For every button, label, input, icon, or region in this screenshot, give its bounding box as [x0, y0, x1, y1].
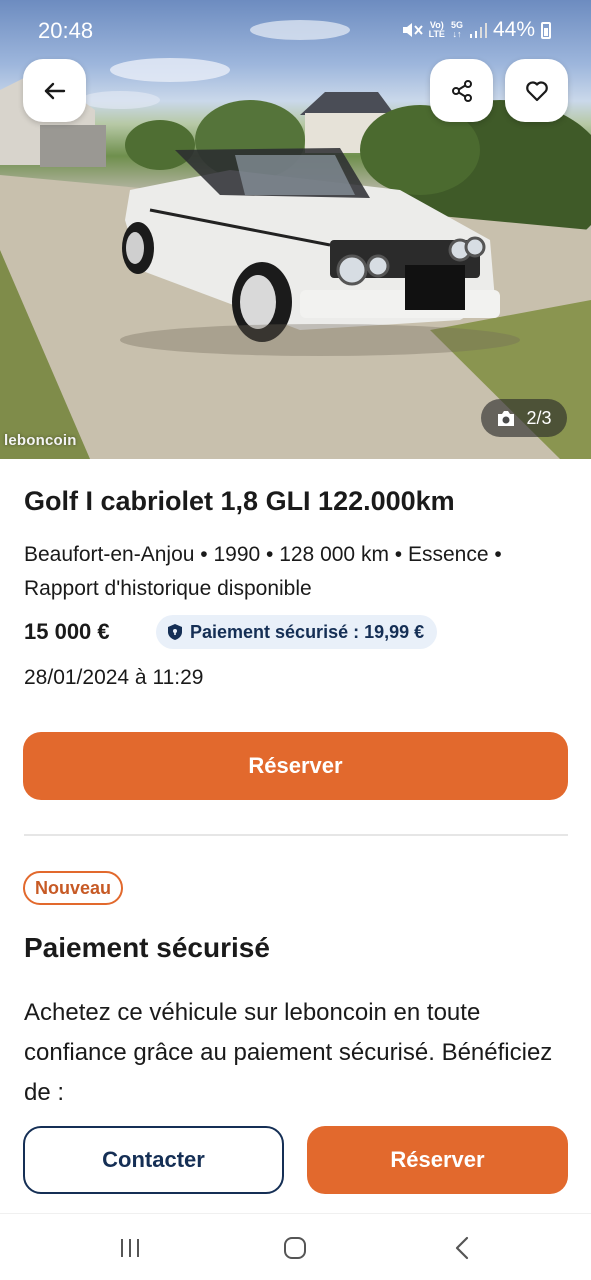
share-button[interactable]	[430, 59, 493, 122]
listing-price: 15 000 €	[24, 619, 110, 644]
shield-icon	[168, 624, 182, 640]
signal-icon	[469, 23, 487, 38]
reserve-button[interactable]: Réserver	[23, 732, 568, 800]
status-time: 20:48	[38, 18, 94, 43]
battery-icon	[541, 21, 551, 39]
system-nav-bar	[0, 1213, 591, 1280]
leboncoin-watermark: leboncoin	[4, 432, 77, 449]
bottom-action-bar: Contacter Réserver	[0, 1106, 591, 1214]
photo-counter[interactable]: 2/3	[481, 399, 567, 437]
home-icon	[284, 1237, 306, 1259]
favorite-button[interactable]	[505, 59, 568, 122]
secure-payment-description: Achetez ce véhicule sur leboncoin en tou…	[24, 999, 553, 1106]
secure-payment-badge: Paiement sécurisé : 19,99 €	[156, 615, 438, 649]
listing-photo[interactable]: leboncoin	[0, 0, 591, 459]
new-badge: Nouveau	[23, 871, 124, 905]
camera-icon	[498, 410, 515, 426]
secure-payment-text: Paiement sécurisé : 19,99 €	[190, 621, 425, 642]
battery-percent: 44%	[492, 18, 535, 41]
arrow-left-icon	[44, 82, 65, 99]
network-5g-indicator: 5G ↓↑	[450, 20, 463, 39]
mute-icon	[402, 23, 423, 37]
section-divider	[24, 834, 568, 836]
home-button[interactable]	[273, 1232, 317, 1264]
secure-payment-title: Paiement sécurisé	[24, 932, 270, 963]
listing-title: Golf I cabriolet 1,8 GLI 122.000km	[24, 486, 455, 516]
status-bar: 20:48 Vo) LTE 5G ↓↑ 44%	[0, 0, 591, 60]
recent-apps-button[interactable]	[108, 1232, 152, 1264]
listing-date: 28/01/2024 à 11:29	[24, 666, 204, 689]
listing-meta: Beaufort-en-Anjou • 1990 • 128 000 km • …	[24, 543, 502, 600]
reserve-bottom-button[interactable]: Réserver	[307, 1126, 568, 1194]
back-button[interactable]	[23, 59, 86, 122]
share-icon	[451, 79, 472, 102]
photo-counter-text: 2/3	[526, 407, 552, 428]
recents-icon	[121, 1239, 139, 1257]
heart-icon	[525, 80, 548, 101]
system-back-button[interactable]	[440, 1232, 484, 1264]
car-photo-illustration	[0, 20, 591, 459]
volte-indicator: Vo) LTE	[428, 20, 445, 39]
contact-button[interactable]: Contacter	[23, 1126, 284, 1194]
status-icons: Vo) LTE 5G ↓↑ 44%	[401, 18, 551, 42]
chevron-left-icon	[455, 1236, 469, 1260]
